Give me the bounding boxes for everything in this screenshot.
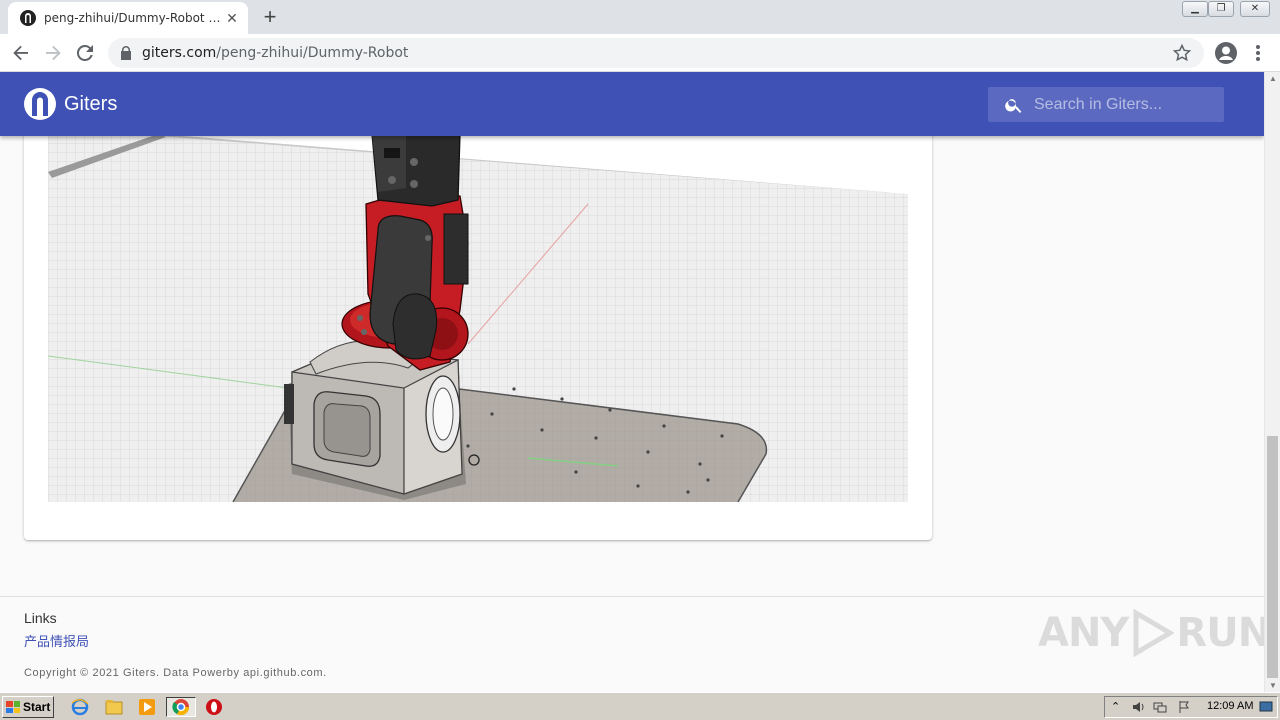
close-window-button[interactable]: ✕ [1240, 1, 1270, 17]
lock-icon [121, 46, 131, 60]
address-bar[interactable]: giters.com/peng-zhihui/Dummy-Robot [108, 38, 1204, 68]
opera-icon[interactable] [204, 697, 224, 717]
reload-icon[interactable] [72, 40, 98, 66]
robot-render-image [48, 134, 908, 502]
back-icon[interactable] [8, 40, 34, 66]
site-header: Giters [0, 72, 1264, 136]
page-scrollbar[interactable]: ▲ ▼ [1264, 72, 1280, 692]
scrollbar-thumb[interactable] [1267, 436, 1278, 678]
windows-logo-icon [6, 701, 20, 713]
start-button[interactable]: Start [2, 696, 54, 718]
start-label: Start [23, 700, 51, 714]
browser-tab[interactable]: peng-zhihui/Dummy-Robot - Giters ✕ [8, 2, 248, 34]
browser-tab-strip: peng-zhihui/Dummy-Robot - Giters ✕ + ▁ ❐… [0, 0, 1280, 34]
restore-window-button[interactable]: ❐ [1208, 1, 1234, 17]
show-desktop-icon[interactable] [1259, 700, 1273, 714]
volume-icon[interactable] [1131, 700, 1145, 714]
windows-taskbar: Start ⌃ 12:09 AM [0, 692, 1280, 720]
taskbar-clock: 12:09 AM [1207, 700, 1254, 712]
site-name: Giters [64, 92, 118, 115]
links-heading: Links [24, 610, 57, 626]
browser-menu-icon[interactable] [1250, 42, 1266, 64]
new-tab-button[interactable]: + [258, 6, 282, 30]
minimize-window-button[interactable]: ▁ [1182, 1, 1208, 17]
forward-icon[interactable] [40, 40, 66, 66]
giters-favicon-icon [20, 10, 36, 26]
network-icon[interactable] [1153, 700, 1167, 714]
bookmark-star-icon[interactable] [1172, 43, 1192, 63]
giters-logo-icon [24, 88, 56, 120]
media-player-icon[interactable] [137, 697, 157, 717]
site-search[interactable] [988, 87, 1224, 122]
chrome-taskbar-icon[interactable] [166, 697, 196, 717]
internet-explorer-icon[interactable] [70, 697, 90, 717]
action-center-flag-icon[interactable] [1177, 700, 1191, 714]
show-hidden-icons-icon[interactable]: ⌃ [1111, 700, 1125, 714]
search-icon [1005, 98, 1022, 113]
browser-toolbar: giters.com/peng-zhihui/Dummy-Robot [0, 34, 1280, 72]
anyrun-watermark: ANY RUN [1038, 609, 1264, 657]
profile-icon[interactable] [1214, 41, 1238, 65]
url-text: giters.com/peng-zhihui/Dummy-Robot [142, 45, 409, 61]
site-footer: Links 产品情报局 Copyright © 2021 Giters. Dat… [0, 596, 1264, 692]
site-brand[interactable]: Giters [24, 88, 117, 120]
scroll-down-icon[interactable]: ▼ [1269, 681, 1277, 690]
play-logo-icon [1133, 609, 1175, 657]
scroll-up-icon[interactable]: ▲ [1269, 74, 1277, 83]
tab-close-icon[interactable]: ✕ [224, 10, 240, 26]
file-explorer-icon[interactable] [104, 697, 124, 717]
readme-card [24, 72, 932, 540]
page-viewport: Giters Search in Giters... Links 产品情报局 C… [0, 72, 1264, 692]
tab-title: peng-zhihui/Dummy-Robot - Giters [44, 11, 224, 25]
copyright-text: Copyright © 2021 Giters. Data Powerby ap… [24, 667, 327, 679]
search-input[interactable] [1034, 95, 1214, 114]
footer-link[interactable]: 产品情报局 [24, 631, 89, 650]
system-tray: ⌃ 12:09 AM [1104, 696, 1278, 718]
